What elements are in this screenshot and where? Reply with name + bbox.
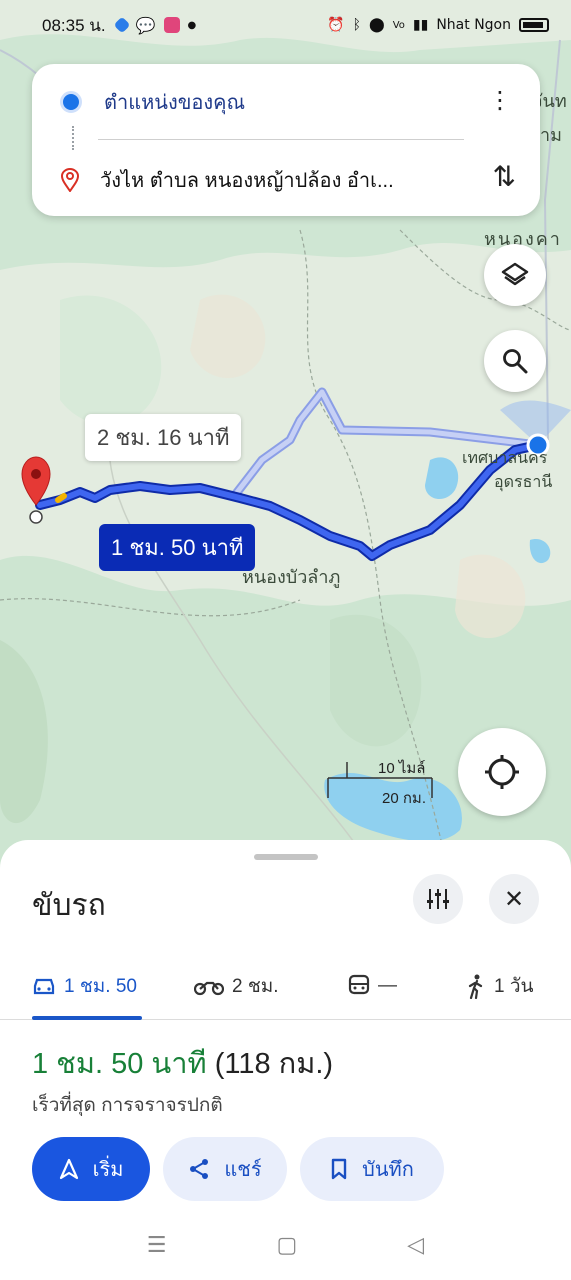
route-options-button[interactable]: [413, 874, 463, 924]
crosshair-icon: [485, 755, 519, 789]
travel-mode-tabs: 1 ชม. 50 2 ชม. — 1 วัน: [0, 952, 571, 1020]
divider: [98, 139, 464, 140]
alarm-icon: ⏰: [327, 17, 345, 33]
start-button-label: เริ่ม: [92, 1159, 124, 1181]
search-icon: [503, 349, 528, 374]
messenger-icon: [113, 16, 131, 34]
carrier-name: Nhat Ngon: [436, 17, 511, 33]
search-button[interactable]: [484, 330, 546, 392]
tab-motorcycle[interactable]: 2 ชม.: [194, 952, 279, 1020]
tab-walk-label: 1 วัน: [494, 976, 534, 997]
layers-icon: [501, 262, 529, 286]
tab-walk[interactable]: 1 วัน: [466, 952, 534, 1020]
app-icon: [163, 17, 180, 33]
sheet-title: ขับรถ: [32, 889, 106, 922]
tab-transit-label: —: [378, 975, 397, 996]
tab-motorcycle-label: 2 ชม.: [232, 976, 279, 997]
system-nav-bar: ☰ ▢ ◁: [0, 1220, 571, 1270]
route-distance: (118 กม.): [214, 1048, 334, 1080]
my-location-button[interactable]: [458, 728, 546, 816]
directions-card: ตำแหน่งของคุณ วังไห ตำบล หนองหญ้าปล้อง อ…: [32, 64, 540, 216]
swap-icon[interactable]: ⇅: [493, 160, 516, 193]
route-summary: 1 ชม. 50 นาที (118 กม.): [32, 1040, 333, 1086]
walk-icon: [468, 974, 483, 999]
save-button[interactable]: บันทึก: [300, 1137, 444, 1201]
drag-handle[interactable]: [254, 854, 318, 860]
status-bar: 08:35 น. 💬 ● ⏰ ᛒ ⬤ Vo ▮▮ Nhat Ngon: [0, 0, 571, 50]
map-label-top-right2: าม: [540, 125, 562, 145]
route-subtitle: เร็วที่สุด การจราจรปกติ: [32, 1095, 223, 1116]
tune-icon: [427, 889, 449, 909]
tab-transit[interactable]: —: [348, 952, 397, 1020]
share-button[interactable]: แชร์: [163, 1137, 287, 1201]
bookmark-icon: [331, 1158, 347, 1180]
layers-button[interactable]: [484, 244, 546, 306]
volte-icon: Vo: [392, 19, 405, 31]
home-icon[interactable]: ▢: [277, 1233, 298, 1258]
back-icon[interactable]: ◁: [407, 1233, 424, 1258]
map-label-town: หนองบัวลำภู: [242, 567, 341, 587]
active-tab-indicator: [32, 1016, 142, 1020]
transit-icon: [348, 974, 370, 995]
more-vert-icon[interactable]: ⋮: [488, 88, 512, 112]
close-button[interactable]: ✕: [489, 874, 539, 924]
save-button-label: บันทึก: [362, 1159, 414, 1181]
route-duration: 1 ชม. 50 นาที: [32, 1048, 207, 1080]
dot-indicator-icon: ●: [187, 19, 197, 31]
status-time: 08:35 น.: [42, 15, 106, 35]
tab-car[interactable]: 1 ชม. 50: [32, 952, 137, 1020]
share-icon: [190, 1159, 209, 1179]
chat-icon: 💬: [135, 15, 156, 35]
main-route-time-label[interactable]: 1 ชม. 50 นาที: [99, 524, 256, 571]
origin-field[interactable]: ตำแหน่งของคุณ: [104, 86, 464, 118]
signal-icon: ▮▮: [412, 17, 429, 33]
close-icon: ✕: [503, 885, 525, 913]
bottom-sheet: ขับรถ ✕ 1 ชม. 50 2 ชม. — 1 วัน 1 ชม. 50 …: [0, 840, 571, 1280]
destination-field[interactable]: วังไห ตำบล หนองหญ้าปล้อง อำเ...: [100, 164, 460, 196]
origin-dot-icon: [60, 91, 82, 113]
map-label-city: เทศบาลนคร: [462, 450, 548, 467]
scale-km: 20 กม.: [382, 790, 426, 807]
bluetooth-icon: ᛒ: [352, 17, 362, 33]
destination-row[interactable]: วังไห ตำบล หนองหญ้าปล้อง อำเ...: [32, 164, 540, 196]
car-icon: [33, 978, 55, 995]
destination-pin-icon: [60, 168, 80, 192]
start-button[interactable]: เริ่ม: [32, 1137, 150, 1201]
tab-car-label: 1 ชม. 50: [64, 976, 137, 997]
recents-icon[interactable]: ☰: [147, 1233, 167, 1258]
battery-icon: [519, 18, 549, 32]
route-connector: [72, 126, 74, 150]
origin-row[interactable]: ตำแหน่งของคุณ: [32, 86, 540, 118]
scale-miles: 10 ไมล์: [378, 760, 426, 777]
alt-route-time-label[interactable]: 2 ชม. 16 นาที: [85, 414, 242, 461]
location-icon: ⬤: [369, 17, 385, 33]
motorcycle-icon: [194, 981, 224, 996]
share-button-label: แชร์: [224, 1159, 262, 1181]
navigation-arrow-icon: [59, 1158, 78, 1180]
map-label-city2: อุดรธานี: [494, 474, 553, 491]
